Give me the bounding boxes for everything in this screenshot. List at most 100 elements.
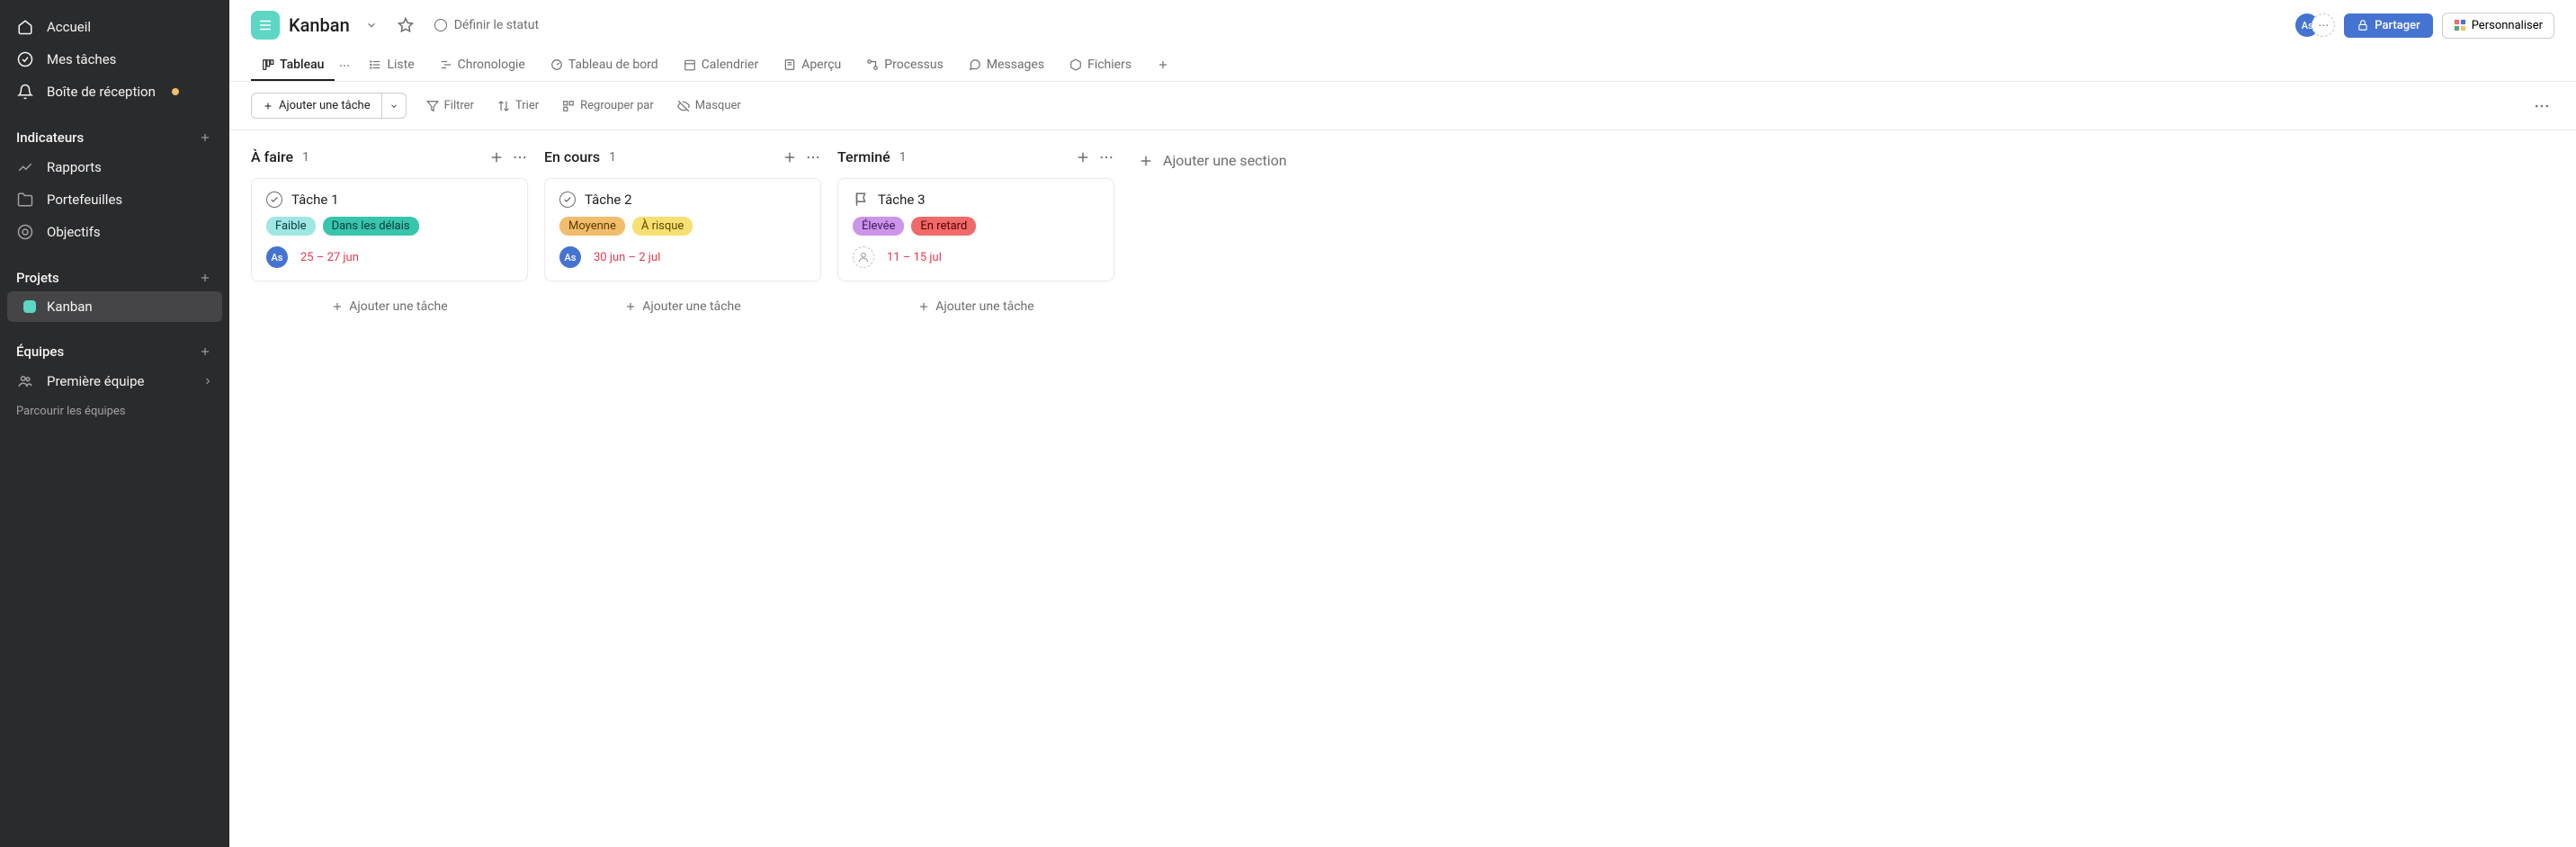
group-button[interactable]: Regrouper par (559, 95, 657, 116)
tab-label: Tableau de bord (568, 58, 658, 72)
messages-icon (969, 58, 981, 71)
complete-task-icon[interactable] (266, 192, 282, 208)
set-status-button[interactable]: Définir le statut (427, 14, 546, 36)
task-card[interactable]: Tâche 1 Faible Dans les délais As 25 – 27 … (251, 178, 528, 281)
tab-fichiers[interactable]: Fichiers (1059, 50, 1142, 81)
add-task-label: Ajouter une tâche (935, 299, 1033, 314)
sidebar-insight-item[interactable]: Portefeuilles (0, 183, 229, 216)
complete-task-icon[interactable] (559, 192, 576, 208)
add-member-icon[interactable]: ⋯ (2312, 13, 2335, 37)
column-title[interactable]: À faire (251, 148, 293, 165)
sort-button[interactable]: Trier (494, 95, 542, 116)
board-column: En cours 1 Tâche 2 MoyenneÀ risque As30 … (544, 148, 821, 323)
column-title[interactable]: Terminé (837, 148, 890, 165)
sidebar-item-label: Objectifs (47, 224, 101, 240)
task-title: Tâche 1 (291, 192, 339, 208)
tab-processus[interactable]: Processus (855, 50, 954, 81)
status-circle-icon (434, 19, 447, 31)
project-color-icon (23, 300, 36, 313)
add-card-icon[interactable] (488, 149, 505, 165)
sidebar-item-label: Boîte de réception (47, 84, 156, 100)
due-date[interactable]: 25 – 27 jun (300, 251, 359, 264)
column-more-icon[interactable] (1098, 149, 1114, 165)
sidebar-insight-item[interactable]: Rapports (0, 151, 229, 183)
share-button[interactable]: Partager (2344, 13, 2432, 38)
add-tab-button[interactable] (1146, 51, 1180, 80)
tab-messages[interactable]: Messages (958, 50, 1055, 81)
folder-icon (16, 191, 34, 209)
add-task-button-group: Ajouter une tâche (251, 93, 407, 119)
column-more-icon[interactable] (512, 149, 528, 165)
add-section-button[interactable]: Ajouter une section (1131, 148, 1294, 173)
sidebar-project-label: Kanban (47, 299, 93, 315)
tag[interactable]: Élevée (853, 217, 904, 236)
avatar[interactable]: As (559, 246, 581, 268)
column-header: En cours 1 (544, 148, 821, 165)
add-card-icon[interactable] (1075, 149, 1091, 165)
customize-button[interactable]: Personnaliser (2442, 13, 2554, 39)
star-icon[interactable] (393, 13, 418, 38)
tag-row: Élevée En retard (853, 217, 1099, 236)
tab-chronologie[interactable]: Chronologie (429, 50, 536, 81)
filter-button[interactable]: Filtrer (423, 95, 478, 116)
plus-icon[interactable] (197, 129, 213, 146)
tag[interactable]: En retard (911, 217, 976, 236)
sidebar-nav-item[interactable]: Mes tâches (0, 43, 229, 76)
tab-tableau[interactable]: Tableau (251, 50, 335, 81)
sidebar-team-item[interactable]: Première équipe (0, 365, 229, 397)
tab-liste[interactable]: Liste (358, 50, 425, 81)
column-count: 1 (609, 150, 616, 165)
column-title[interactable]: En cours (544, 148, 600, 165)
tag[interactable]: Faible (266, 217, 316, 236)
add-task-in-column[interactable]: Ajouter une tâche (544, 290, 821, 323)
add-task-dropdown[interactable] (382, 96, 406, 116)
task-title: Tâche 3 (878, 192, 926, 208)
due-date[interactable]: 11 – 15 jul (887, 251, 942, 264)
column-more-icon[interactable] (805, 149, 821, 165)
chevron-down-icon[interactable] (359, 13, 384, 38)
notification-dot-icon (172, 88, 179, 95)
project-title: Kanban (289, 14, 350, 36)
tab-calendrier[interactable]: Calendrier (673, 50, 770, 81)
project-header: Kanban Définir le statut As ⋯ Partager P… (229, 0, 2576, 82)
assign-avatar-icon[interactable] (853, 246, 874, 268)
chevron-right-icon (202, 376, 213, 387)
add-task-button[interactable]: Ajouter une tâche (252, 94, 382, 118)
tag[interactable]: À risque (632, 217, 693, 236)
sidebar-insight-item[interactable]: Objectifs (0, 216, 229, 248)
hide-button[interactable]: Masquer (674, 95, 745, 116)
add-section-label: Ajouter une section (1163, 152, 1287, 169)
milestone-icon[interactable] (853, 192, 869, 208)
tab-more-icon[interactable] (335, 56, 354, 76)
tab-label: Messages (987, 58, 1044, 72)
main-content: Kanban Définir le statut As ⋯ Partager P… (229, 0, 2576, 847)
task-card[interactable]: Tâche 2 MoyenneÀ risque As30 jun – 2 jul (544, 178, 821, 281)
tab-label: Fichiers (1087, 58, 1131, 72)
sidebar-nav-item[interactable]: Accueil (0, 11, 229, 43)
tabs: Tableau ListeChronologie Tableau de bord Ca… (251, 50, 2554, 81)
plus-icon[interactable] (197, 343, 213, 360)
sidebar: AccueilMes tâches Boîte de réception Indi… (0, 0, 229, 847)
sidebar-team-label: Première équipe (47, 373, 145, 389)
group-label: Regrouper par (580, 99, 654, 112)
more-icon[interactable] (2529, 94, 2554, 119)
add-task-in-column[interactable]: Ajouter une tâche (837, 290, 1114, 323)
avatar[interactable]: As (266, 246, 288, 268)
plus-icon[interactable] (197, 270, 213, 286)
sidebar-section-title: Indicateurs (16, 129, 84, 146)
column-count: 1 (899, 150, 907, 165)
sidebar-nav-item[interactable]: Boîte de réception (0, 76, 229, 108)
sidebar-project-kanban[interactable]: Kanban (7, 291, 222, 322)
timeline-icon (440, 58, 452, 71)
add-card-icon[interactable] (782, 149, 798, 165)
due-date[interactable]: 30 jun – 2 jul (594, 251, 660, 264)
tag[interactable]: Dans les délais (323, 217, 419, 236)
browse-teams-link[interactable]: Parcourir les équipes (0, 397, 229, 425)
task-card[interactable]: Tâche 3 Élevée En retard 11 – 15 jul (837, 178, 1114, 281)
project-icon[interactable] (251, 11, 280, 40)
add-task-in-column[interactable]: Ajouter une tâche (251, 290, 528, 323)
target-icon (16, 223, 34, 241)
tab-tableau-de-bord[interactable]: Tableau de bord (540, 50, 669, 81)
tab-aperçu[interactable]: Aperçu (773, 50, 852, 81)
tag[interactable]: Moyenne (559, 217, 625, 236)
